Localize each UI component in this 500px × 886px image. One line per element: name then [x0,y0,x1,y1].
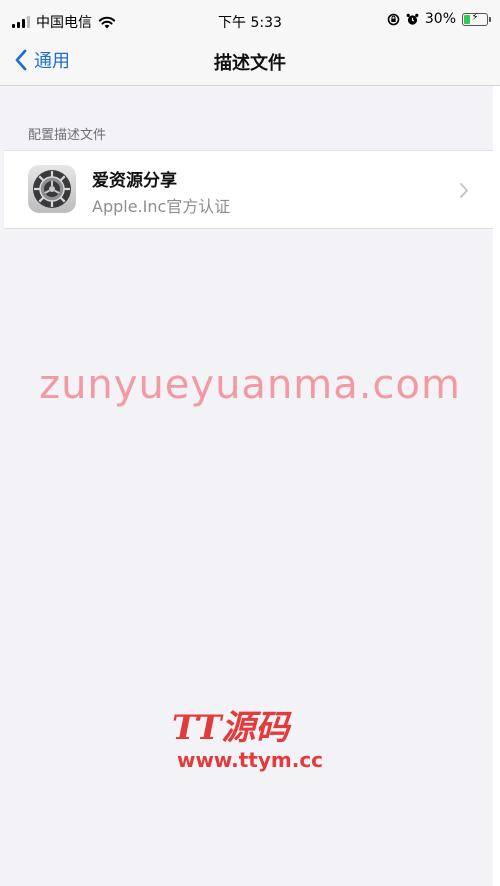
watermark-url: www.ttym.cc [176,748,324,772]
battery-charging-icon: ⚡ [462,11,491,26]
status-bar: 中国电信 下午 5:33 30% ⚡ [0,0,500,40]
page-title: 描述文件 [214,53,286,74]
navigation-bar: 通用 描述文件 [0,40,500,86]
status-right: 30% ⚡ [387,11,491,27]
profile-subtitle: Apple.Inc官方认证 [92,197,231,216]
profile-name: 爱资源分享 [92,171,177,191]
watermark-domain: zunyueyuanma.com [39,362,461,408]
settings-gear-icon [28,165,76,213]
list-item-profile[interactable]: 爱资源分享 Apple.Inc官方认证 [4,150,493,229]
battery-percent: 30% [424,11,456,27]
bolt-icon: ⚡ [471,11,479,23]
section-header: 配置描述文件 [28,128,107,143]
rotation-lock-icon [387,13,400,25]
watermark-logo-text: TT源码 [172,708,292,747]
watermark-logo: TT源码 [172,708,292,747]
alarm-icon [406,13,419,25]
chevron-right-icon [460,183,468,198]
screen: 中国电信 下午 5:33 30% ⚡ 通用 描述文件 配置描述文件 爱资源分享 … [0,0,500,886]
